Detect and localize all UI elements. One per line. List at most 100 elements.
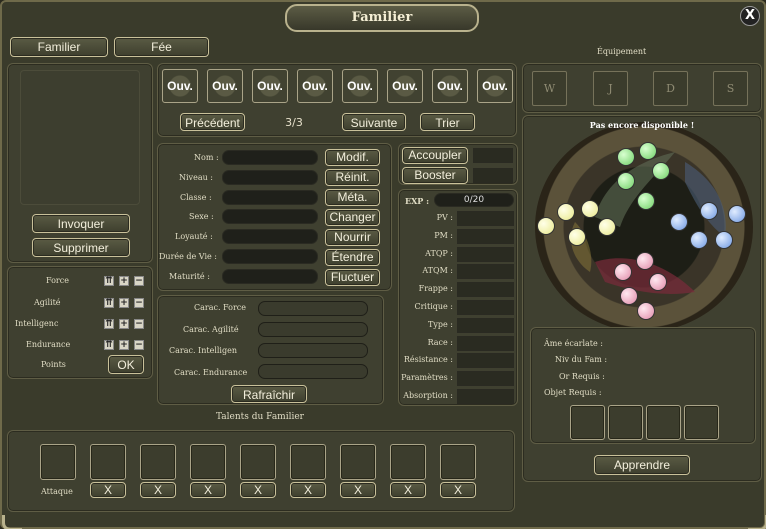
open-slot-5[interactable]: Ouv. <box>342 69 378 103</box>
talent-slot[interactable] <box>390 444 426 480</box>
blue-orb[interactable] <box>670 213 688 231</box>
info-label-classe: Classe : <box>180 193 212 202</box>
open-slot-7[interactable]: Ouv. <box>432 69 468 103</box>
talent-slot[interactable] <box>340 444 376 480</box>
talent-slot[interactable] <box>140 444 176 480</box>
combat-attr-field <box>457 300 514 315</box>
talent-slot[interactable] <box>190 444 226 480</box>
remove-talent-button[interactable]: X <box>90 482 126 498</box>
blue-orb[interactable] <box>715 231 733 249</box>
info-label-duree-vie: Durée de Vie : <box>159 252 217 261</box>
talent-slot[interactable] <box>440 444 476 480</box>
summon-button[interactable]: Invoquer <box>32 214 130 233</box>
green-orb[interactable] <box>617 148 635 166</box>
yellow-orb[interactable] <box>568 228 586 246</box>
combat-attr-label: ATQM : <box>422 266 453 276</box>
modify-name-button[interactable]: Modif. <box>325 149 380 166</box>
combat-attr-field <box>457 371 514 387</box>
combat-attr-label: Critique : <box>414 302 453 311</box>
combat-attr-field <box>457 228 514 244</box>
open-slot-2[interactable]: Ouv. <box>207 69 243 103</box>
ok-button[interactable]: OK <box>108 355 144 374</box>
open-slot-4[interactable]: Ouv. <box>297 69 333 103</box>
reset-button[interactable]: Réinit. <box>325 169 380 186</box>
stat-max-button[interactable]: ⇈ <box>104 298 114 308</box>
sort-button[interactable]: Trier <box>420 113 475 131</box>
tab-familier[interactable]: Familier <box>10 37 108 57</box>
open-slot-6[interactable]: Ouv. <box>387 69 423 103</box>
pink-orb[interactable] <box>637 302 655 320</box>
feed-button[interactable]: Nourrir <box>325 229 380 246</box>
change-sex-button[interactable]: Changer <box>325 209 380 226</box>
remove-talent-button[interactable]: X <box>290 482 326 498</box>
equip-slot-s[interactable]: S <box>713 71 748 106</box>
required-item-slot <box>608 405 643 440</box>
pink-orb[interactable] <box>636 252 654 270</box>
stat-max-button[interactable]: ⇈ <box>104 276 114 286</box>
stat-minus-button[interactable]: − <box>134 319 144 329</box>
stat-plus-button[interactable]: + <box>119 340 129 350</box>
stat-minus-button[interactable]: − <box>134 298 144 308</box>
delete-button[interactable]: Supprimer <box>32 238 130 257</box>
stat-minus-button[interactable]: − <box>134 340 144 350</box>
attack-slot[interactable] <box>40 444 76 480</box>
refresh-button[interactable]: Rafraîchir <box>231 385 307 403</box>
stat-max-button[interactable]: ⇈ <box>104 340 114 350</box>
combat-attr-field <box>457 282 514 298</box>
blue-orb[interactable] <box>690 231 708 249</box>
pink-orb[interactable] <box>649 273 667 291</box>
attack-label: Attaque <box>41 487 73 496</box>
talent-slot[interactable] <box>240 444 276 480</box>
blue-orb[interactable] <box>728 205 746 223</box>
stat-plus-button[interactable]: + <box>119 276 129 286</box>
couple-field <box>473 148 513 163</box>
tab-fee[interactable]: Fée <box>114 37 209 57</box>
open-slot-8[interactable]: Ouv. <box>477 69 513 103</box>
couple-button[interactable]: Accoupler <box>402 147 468 164</box>
yellow-orb[interactable] <box>598 218 616 236</box>
learn-button[interactable]: Apprendre <box>594 455 690 475</box>
talent-slot[interactable] <box>90 444 126 480</box>
green-orb[interactable] <box>639 142 657 160</box>
window-title: Familier <box>351 10 413 25</box>
open-slot-1[interactable]: Ouv. <box>162 69 198 103</box>
remove-talent-button[interactable]: X <box>440 482 476 498</box>
green-orb[interactable] <box>637 192 655 210</box>
remove-talent-button[interactable]: X <box>140 482 176 498</box>
pet-portrait-area <box>20 70 140 205</box>
yellow-orb[interactable] <box>537 217 555 235</box>
yellow-orb[interactable] <box>557 203 575 221</box>
close-button[interactable]: X <box>740 6 760 26</box>
combat-attr-label: PV : <box>436 213 453 222</box>
blue-orb[interactable] <box>700 202 718 220</box>
equip-slot-j[interactable]: J <box>593 71 628 106</box>
green-orb[interactable] <box>652 162 670 180</box>
yellow-orb[interactable] <box>581 200 599 218</box>
info-field-niveau <box>222 170 318 185</box>
stat-minus-button[interactable]: − <box>134 276 144 286</box>
talent-slot[interactable] <box>290 444 326 480</box>
combat-attr-field <box>457 353 514 369</box>
pink-orb[interactable] <box>614 263 632 281</box>
remove-talent-button[interactable]: X <box>340 482 376 498</box>
open-slot-3[interactable]: Ouv. <box>252 69 288 103</box>
stat-max-button[interactable]: ⇈ <box>104 319 114 329</box>
next-button[interactable]: Suivante <box>342 113 406 131</box>
combat-attr-label: Type : <box>428 319 453 329</box>
meta-button[interactable]: Méta. <box>325 189 380 206</box>
previous-button[interactable]: Précédent <box>180 113 245 131</box>
remove-talent-button[interactable]: X <box>240 482 276 498</box>
fluctuate-button[interactable]: Fluctuer <box>325 269 380 286</box>
green-orb[interactable] <box>617 172 635 190</box>
equip-slot-w[interactable]: W <box>532 71 567 106</box>
carac-label-endurance: Carac. Endurance <box>174 368 248 377</box>
carac-field-agilite <box>258 322 368 337</box>
boost-button[interactable]: Booster <box>402 167 468 184</box>
stat-plus-button[interactable]: + <box>119 319 129 329</box>
pink-orb[interactable] <box>620 287 638 305</box>
equip-slot-d[interactable]: D <box>653 71 688 106</box>
extend-button[interactable]: Étendre <box>325 249 380 266</box>
stat-plus-button[interactable]: + <box>119 298 129 308</box>
remove-talent-button[interactable]: X <box>190 482 226 498</box>
remove-talent-button[interactable]: X <box>390 482 426 498</box>
